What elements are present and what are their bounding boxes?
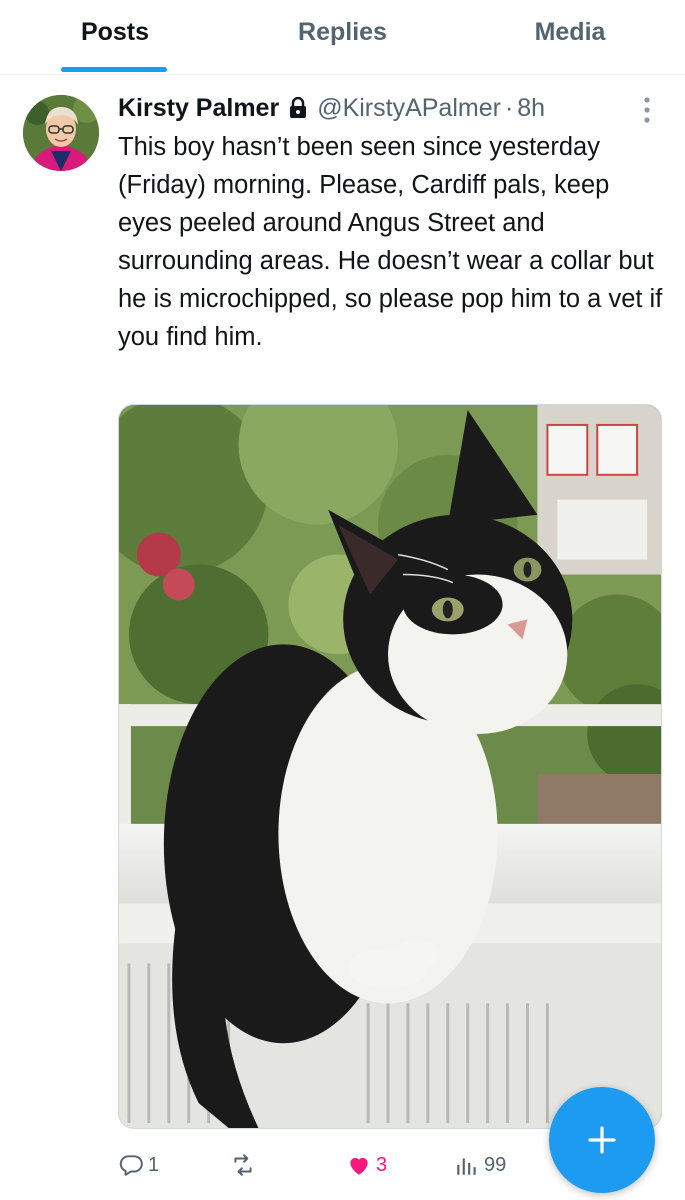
tab-replies[interactable]: Replies <box>265 0 420 75</box>
tab-posts-label: Posts <box>80 18 150 46</box>
reply-button[interactable]: 1 <box>118 1145 159 1185</box>
more-vertical-icon[interactable] <box>636 95 658 125</box>
active-tab-indicator <box>61 67 167 72</box>
tab-media-label: Media <box>534 18 606 46</box>
lock-icon <box>289 97 307 119</box>
views-bars-icon <box>454 1152 480 1178</box>
reply-count: 1 <box>148 1153 160 1176</box>
repost-button[interactable] <box>230 1145 260 1185</box>
avatar[interactable] <box>23 95 99 171</box>
post-time[interactable]: 8h <box>517 94 545 123</box>
author-name[interactable]: Kirsty Palmer <box>118 94 279 123</box>
heart-filled-icon <box>346 1152 372 1178</box>
plus-icon <box>584 1122 620 1158</box>
reply-bubble-icon <box>118 1152 144 1178</box>
compose-button[interactable] <box>549 1087 655 1193</box>
repost-icon <box>230 1152 256 1178</box>
views-button[interactable]: 99 <box>454 1145 506 1185</box>
like-count: 3 <box>376 1153 388 1176</box>
profile-tabs: Posts Replies Media <box>0 0 685 75</box>
post-text: This boy hasn’t been seen since yesterda… <box>118 133 663 351</box>
tab-replies-label: Replies <box>298 18 387 46</box>
post-header: Kirsty Palmer @KirstyAPalmer · 8h <box>118 90 545 126</box>
author-handle[interactable]: @KirstyAPalmer <box>317 94 501 123</box>
tab-posts[interactable]: Posts <box>40 0 190 75</box>
separator-dot: · <box>504 93 514 122</box>
like-button[interactable]: 3 <box>346 1145 387 1185</box>
view-count: 99 <box>484 1153 507 1176</box>
post-photo[interactable] <box>118 404 662 1129</box>
tab-media[interactable]: Media <box>495 0 645 75</box>
